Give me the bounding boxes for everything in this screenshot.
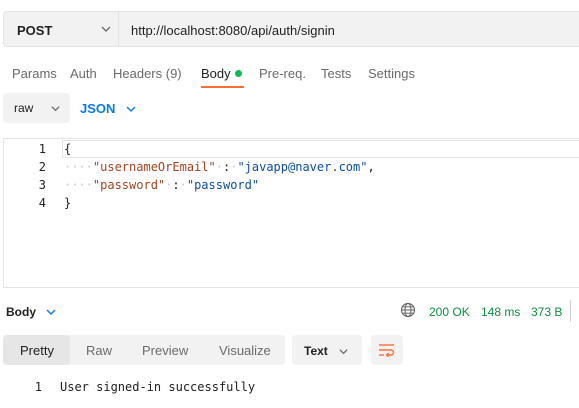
response-format-label: Text xyxy=(304,344,328,358)
url-text: http://localhost:8080/api/auth/signin xyxy=(131,23,335,38)
line-number: 2 xyxy=(38,160,46,174)
view-tab-pretty[interactable]: Pretty xyxy=(20,343,54,358)
response-time[interactable]: 148 ms xyxy=(481,305,520,319)
divider xyxy=(570,300,571,322)
tab-pre-request[interactable]: Pre-req. xyxy=(259,66,306,81)
body-format-select[interactable]: JSON xyxy=(80,101,115,116)
code-line-2: ····"usernameOrEmail"·:·"javapp@naver.co… xyxy=(64,160,375,174)
response-status[interactable]: 200 OK xyxy=(429,305,470,319)
chevron-down-icon[interactable] xyxy=(45,306,57,321)
chevron-down-icon xyxy=(100,23,112,38)
current-line-highlight xyxy=(62,140,579,158)
json-key: "password" xyxy=(92,178,166,192)
tab-body-label: Body xyxy=(201,66,231,81)
json-comma: , xyxy=(367,160,375,174)
request-url-bar: POST http://localhost:8080/api/auth/sign… xyxy=(0,11,579,49)
view-tab-visualize[interactable]: Visualize xyxy=(219,343,271,358)
json-value: "password" xyxy=(186,178,260,192)
globe-icon[interactable] xyxy=(400,302,416,321)
json-key: "usernameOrEmail" xyxy=(92,160,216,174)
chevron-down-icon[interactable] xyxy=(125,103,137,118)
chevron-down-icon xyxy=(338,345,349,360)
view-tab-preview[interactable]: Preview xyxy=(142,343,188,358)
method-label: POST xyxy=(17,23,53,38)
url-input[interactable]: http://localhost:8080/api/auth/signin xyxy=(119,11,579,47)
request-body-editor[interactable]: 1 2 3 4 { ····"usernameOrEmail"·:·"javap… xyxy=(3,138,579,288)
wrap-lines-icon xyxy=(378,343,396,360)
code-line-3: ····"password"·:·"password" xyxy=(64,178,260,192)
response-format-select[interactable]: Text xyxy=(292,335,362,365)
view-tab-raw[interactable]: Raw xyxy=(86,343,112,358)
response-body-line: User signed-in successfully xyxy=(60,380,256,394)
open-brace: { xyxy=(64,142,72,156)
tab-params[interactable]: Params xyxy=(12,66,57,81)
active-tab-underline xyxy=(201,86,244,88)
close-brace: } xyxy=(64,196,72,210)
chevron-down-icon xyxy=(50,102,61,117)
body-mode-label: raw xyxy=(14,101,34,115)
tab-body[interactable]: Body xyxy=(201,66,242,81)
code-line-1: { xyxy=(64,142,71,156)
line-number: 3 xyxy=(38,178,46,192)
json-colon: : xyxy=(172,178,180,192)
tab-headers[interactable]: Headers (9) xyxy=(113,66,182,81)
line-number: 1 xyxy=(38,142,46,156)
tab-tests[interactable]: Tests xyxy=(321,66,351,81)
code-line-4: } xyxy=(64,196,71,210)
line-number: 1 xyxy=(34,380,42,394)
tab-settings[interactable]: Settings xyxy=(368,66,415,81)
response-size[interactable]: 373 B xyxy=(531,305,562,319)
line-number: 4 xyxy=(38,196,46,210)
tab-auth[interactable]: Auth xyxy=(70,66,97,81)
wrap-lines-button[interactable] xyxy=(371,335,403,365)
json-value: "javapp@naver.com" xyxy=(237,160,368,174)
method-select[interactable]: POST xyxy=(3,11,119,47)
body-status-dot-icon xyxy=(234,70,242,77)
body-mode-select[interactable]: raw xyxy=(3,93,70,123)
response-section-select[interactable]: Body xyxy=(6,305,36,319)
